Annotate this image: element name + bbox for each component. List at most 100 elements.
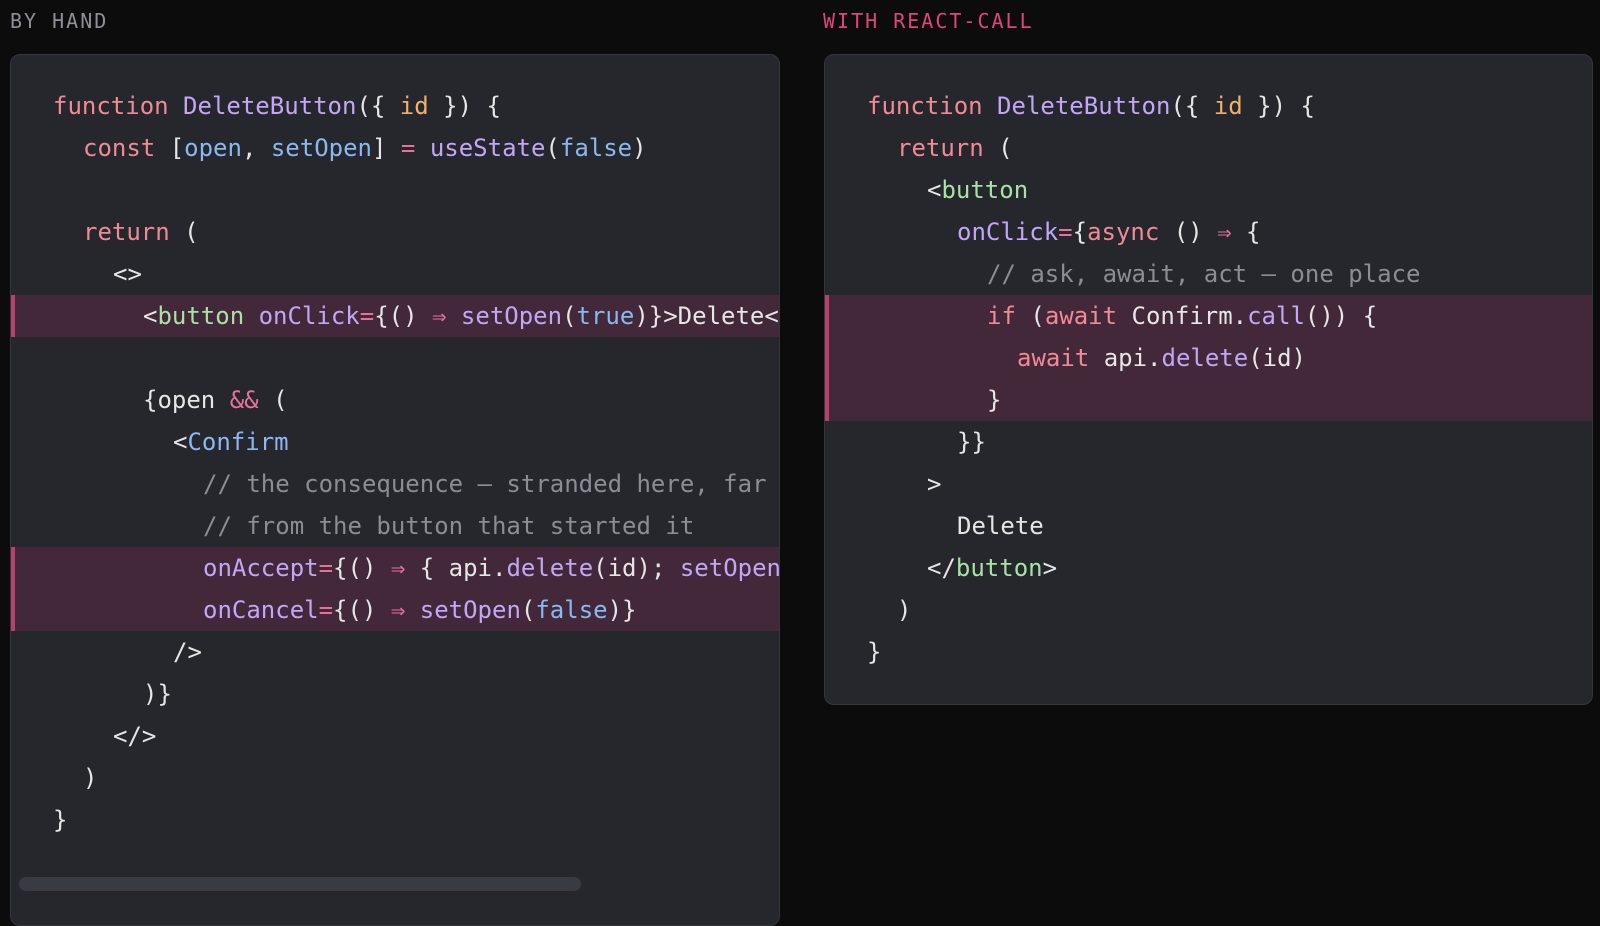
code-line: function DeleteButton({ id }) { xyxy=(11,85,779,127)
react-call-code-panel[interactable]: function DeleteButton({ id }) {return (<… xyxy=(824,54,1593,705)
code-line: // ask, await, act — one place xyxy=(825,253,1592,295)
code-token: ( xyxy=(562,302,577,330)
code-token: = xyxy=(318,554,334,582)
code-line: } xyxy=(11,799,779,841)
code-token: </> xyxy=(113,722,157,750)
by-hand-code-block: function DeleteButton({ id }) {const [op… xyxy=(11,85,779,841)
code-line: </button> xyxy=(825,547,1592,589)
code-token: delete xyxy=(506,554,594,582)
code-line-text: ) xyxy=(897,589,911,631)
code-token: { api. xyxy=(419,554,507,582)
code-token: (id) xyxy=(1248,344,1306,372)
code-line-text: const [open, setOpen] = useState(false) xyxy=(83,127,647,169)
code-token: return xyxy=(897,134,999,162)
horizontal-scrollbar[interactable] xyxy=(19,877,581,891)
code-token: = xyxy=(318,596,334,624)
code-token: )}>Delete</button> xyxy=(634,302,779,330)
code-token: button xyxy=(941,176,1029,204)
code-token: setOpen xyxy=(460,302,563,330)
code-token: api. xyxy=(1103,344,1162,372)
code-token: ({ xyxy=(356,92,400,120)
code-token: ⇒ xyxy=(390,596,420,624)
code-token: onClick xyxy=(957,218,1059,246)
code-token: {() xyxy=(333,554,391,582)
react-call-code-block: function DeleteButton({ id }) {return (<… xyxy=(825,85,1592,673)
code-token: button xyxy=(955,554,1043,582)
code-line: <button xyxy=(825,169,1592,211)
code-token: Confirm. xyxy=(1131,302,1248,330)
code-token: > xyxy=(1042,554,1058,582)
code-token: } xyxy=(987,386,1002,414)
code-line-text: return ( xyxy=(897,127,1013,169)
code-line-text: } xyxy=(987,379,1001,421)
code-token: // from the button that started it xyxy=(203,512,695,540)
code-token: {() xyxy=(374,302,433,330)
code-line-text: onCancel={() ⇒ setOpen(false)} xyxy=(203,589,637,631)
code-token: ( xyxy=(184,218,199,246)
code-line-text: function DeleteButton({ id }) { xyxy=(53,85,501,127)
code-token: true xyxy=(576,302,635,330)
code-line-text: /> xyxy=(173,631,202,673)
code-token: false xyxy=(559,134,633,162)
code-line: </> xyxy=(11,715,779,757)
code-token: // the consequence — stranded here, far xyxy=(203,470,767,498)
code-token: </ xyxy=(927,554,956,582)
code-token: )} xyxy=(607,596,637,624)
code-token: setOpen xyxy=(270,134,373,162)
by-hand-label: BY HAND xyxy=(10,9,109,33)
code-token: onCancel xyxy=(203,596,319,624)
code-token: open xyxy=(184,134,242,162)
code-token: {open xyxy=(143,386,230,414)
code-token: }} xyxy=(957,428,986,456)
code-token: call xyxy=(1247,302,1305,330)
code-line: // from the button that started it xyxy=(11,505,779,547)
code-line-text: function DeleteButton({ id }) { xyxy=(867,85,1315,127)
code-token: DeleteButton xyxy=(183,92,357,120)
code-token: ( xyxy=(273,386,288,414)
code-token: [ xyxy=(169,134,185,162)
code-token: ⇒ xyxy=(1217,218,1247,246)
code-token: return xyxy=(83,218,185,246)
code-token: async xyxy=(1087,218,1174,246)
code-line-text: }} xyxy=(957,421,986,463)
code-token: () xyxy=(1173,218,1218,246)
code-token: DeleteButton xyxy=(997,92,1171,120)
code-line-text: onAccept={() ⇒ { api.delete(id); setOpen… xyxy=(203,547,780,589)
code-token: ) xyxy=(897,596,912,624)
code-token: Confirm xyxy=(187,428,289,456)
code-line: function DeleteButton({ id }) { xyxy=(825,85,1592,127)
code-token: } xyxy=(867,638,882,666)
with-react-call-label: WITH REACT-CALL xyxy=(823,9,1034,33)
code-token: } xyxy=(53,806,68,834)
code-line: }} xyxy=(825,421,1592,463)
code-line-text: // ask, await, act — one place xyxy=(987,253,1420,295)
code-line: onClick={async () ⇒ { xyxy=(825,211,1592,253)
code-token: ( xyxy=(520,596,536,624)
code-token: false xyxy=(535,596,608,624)
code-token: useState xyxy=(429,134,546,162)
code-token: ) xyxy=(632,134,647,162)
code-line: } xyxy=(825,631,1592,673)
code-token: && xyxy=(229,386,274,414)
code-token: if xyxy=(987,302,1031,330)
code-token: , xyxy=(241,134,271,162)
highlighted-code-line: if (await Confirm.call()) { xyxy=(825,295,1592,337)
code-token: setOpen(false) }} xyxy=(679,554,780,582)
code-token: ⇒ xyxy=(390,554,420,582)
code-line-text: if (await Confirm.call()) { xyxy=(987,295,1377,337)
code-line-text: </> xyxy=(113,715,156,757)
code-token: id xyxy=(1213,92,1243,120)
highlighted-code-line: await api.delete(id) xyxy=(825,337,1592,379)
code-line: // the consequence — stranded here, far xyxy=(11,463,779,505)
code-token: onAccept xyxy=(203,554,319,582)
code-token: button xyxy=(157,302,259,330)
code-token: onClick xyxy=(258,302,360,330)
code-token: function xyxy=(53,92,184,120)
code-token: ( xyxy=(1030,302,1045,330)
code-token: < xyxy=(143,302,158,330)
code-line: <> xyxy=(11,253,779,295)
code-token: ( xyxy=(545,134,560,162)
code-line: ) xyxy=(11,757,779,799)
code-line-text: )} xyxy=(143,673,172,715)
by-hand-code-panel[interactable]: function DeleteButton({ id }) {const [op… xyxy=(10,54,780,926)
